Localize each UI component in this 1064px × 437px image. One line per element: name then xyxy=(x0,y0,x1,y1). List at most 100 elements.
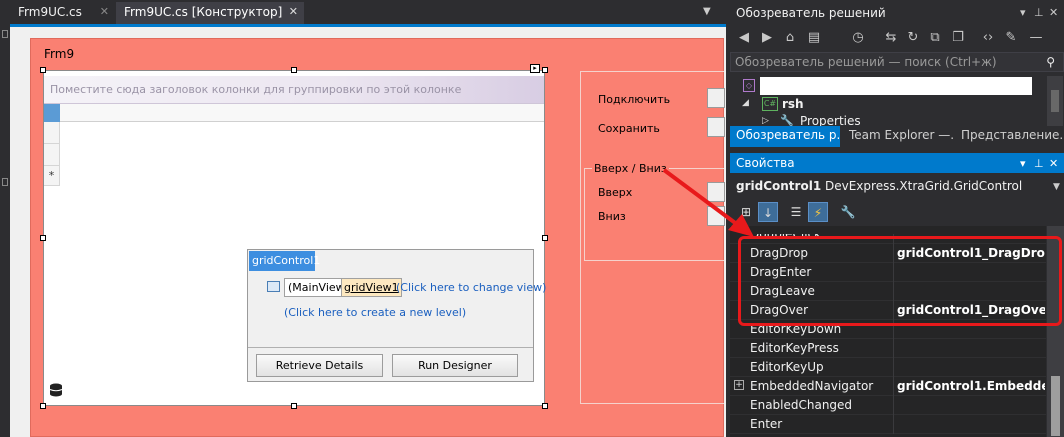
collapse-all-icon[interactable]: ⧉ xyxy=(927,30,943,46)
highlight-box xyxy=(738,236,1062,326)
property-value[interactable]: gridControl1.EmbeddedNav xyxy=(897,379,1045,393)
scroll-thumb[interactable] xyxy=(1051,90,1059,112)
run-designer-button[interactable]: Run Designer xyxy=(392,354,518,377)
expand-icon[interactable]: + xyxy=(734,380,744,390)
switch-views-icon[interactable]: ▤ xyxy=(806,30,822,46)
properties-wrench-icon[interactable]: ✎ xyxy=(1003,30,1019,46)
tab-dropdown-icon[interactable]: ▼ xyxy=(703,6,711,17)
tree-item-properties[interactable]: Properties xyxy=(800,114,861,126)
grid-view-link[interactable]: gridView1 xyxy=(341,278,402,297)
resize-handle[interactable] xyxy=(40,403,46,409)
resize-handle[interactable] xyxy=(291,403,297,409)
sync-icon[interactable]: ⇆ xyxy=(883,30,899,46)
level-designer-title: gridControl1 xyxy=(249,251,320,271)
solution-icon: ◇ xyxy=(743,79,755,92)
pin-icon[interactable]: ⊥ xyxy=(1034,6,1044,19)
divider xyxy=(893,396,894,415)
divider xyxy=(893,358,894,377)
resize-handle[interactable] xyxy=(542,403,548,409)
resize-handle[interactable] xyxy=(40,67,46,73)
view-code-icon[interactable]: ‹› xyxy=(980,30,996,46)
events-icon[interactable]: ⚡ xyxy=(808,202,828,222)
solution-scrollbar[interactable] xyxy=(1047,76,1063,126)
property-row[interactable]: EditorKeyPress xyxy=(730,339,1046,358)
property-name: Enter xyxy=(750,417,783,431)
tab-solution-explorer[interactable]: Обозреватель р... xyxy=(730,126,840,147)
chevron-down-icon[interactable]: ▼ xyxy=(1053,182,1060,192)
header-indicator xyxy=(44,104,60,122)
expand-arrow-icon[interactable]: ◢ xyxy=(742,98,749,108)
back-icon[interactable]: ◀ xyxy=(736,30,752,46)
resize-handle[interactable] xyxy=(542,67,548,73)
property-row[interactable]: EnabledChanged xyxy=(730,396,1046,415)
property-name: EmbeddedNavigator xyxy=(750,379,874,393)
divider xyxy=(893,415,894,434)
close-icon[interactable]: ✕ xyxy=(289,2,298,22)
pending-changes-icon[interactable]: ◷ xyxy=(850,30,866,46)
resize-handle[interactable] xyxy=(291,67,297,73)
object-selector[interactable]: gridControl1 DevExpress.XtraGrid.GridCon… xyxy=(736,179,1022,193)
create-level-link[interactable]: (Click here to create a new level) xyxy=(284,306,466,319)
close-icon[interactable]: ✕ xyxy=(100,2,109,22)
toolbox-mark[interactable] xyxy=(2,30,8,38)
close-icon[interactable]: ✕ xyxy=(1049,6,1058,19)
object-type: DevExpress.XtraGrid.GridControl xyxy=(825,179,1023,193)
home-icon[interactable]: ⌂ xyxy=(782,30,798,46)
property-row[interactable]: EditorKeyUp xyxy=(730,358,1046,377)
pane-menu-icon[interactable]: ▾ xyxy=(1020,6,1026,19)
search-placeholder: Обозреватель решений — поиск (Ctrl+ж) xyxy=(735,55,997,69)
group-panel[interactable]: Поместите сюда заголовок колонки для гру… xyxy=(44,76,544,104)
left-toolbox-strip xyxy=(0,0,10,437)
red-arrow-icon xyxy=(662,168,754,237)
tab-frm9uc-designer[interactable]: Frm9UC.cs [Конструктор] ✕ xyxy=(116,2,304,24)
property-row[interactable]: Enter xyxy=(730,415,1046,434)
smart-tag-icon[interactable]: ▸ xyxy=(530,64,540,73)
save-button[interactable] xyxy=(707,117,725,137)
resize-handle[interactable] xyxy=(542,235,548,241)
resize-handle[interactable] xyxy=(40,235,46,241)
active-tab-line xyxy=(10,24,726,27)
database-icon[interactable] xyxy=(48,382,64,398)
change-view-link[interactable]: (Click here to change view) xyxy=(396,281,546,294)
connect-button[interactable] xyxy=(707,88,725,108)
forward-icon[interactable]: ▶ xyxy=(759,30,775,46)
preview-icon[interactable]: — xyxy=(1028,30,1044,46)
search-icon[interactable]: ⚲ xyxy=(1046,55,1055,69)
save-label: Сохранить xyxy=(598,122,660,135)
tree-item-solution-selected[interactable] xyxy=(760,77,1032,95)
csharp-project-icon: C# xyxy=(762,97,778,111)
tab-label: Frm9UC.cs [Конструктор] xyxy=(124,5,283,19)
divider xyxy=(893,377,894,396)
show-all-files-icon[interactable]: ❐ xyxy=(950,30,966,46)
properties-icon[interactable]: ☰ xyxy=(786,202,806,222)
property-row[interactable]: + EmbeddedNavigator gridControl1.EmbeddedN… xyxy=(730,377,1046,396)
pane-menu-icon[interactable]: ▾ xyxy=(1020,157,1026,170)
tab-frm9uc-code[interactable]: Frm9UC.cs ✕ xyxy=(10,2,113,24)
column-header-row[interactable] xyxy=(44,104,544,122)
tab-class-view[interactable]: Представление... xyxy=(955,126,1064,147)
tree-item-project[interactable]: rsh xyxy=(782,97,804,111)
row-indicator[interactable] xyxy=(44,144,60,166)
refresh-icon[interactable]: ↻ xyxy=(905,30,921,46)
tab-team-explorer[interactable]: Team Explorer —... xyxy=(843,126,953,147)
form-title: Frm9 xyxy=(44,47,75,61)
solution-explorer-title: Обозреватель решений xyxy=(736,6,886,20)
new-row-indicator[interactable]: * xyxy=(44,166,60,186)
collapsed-arrow-icon[interactable]: ▷ xyxy=(762,116,769,126)
document-tab-bar: Frm9UC.cs ✕ Frm9UC.cs [Конструктор] ✕ xyxy=(10,0,726,24)
divider xyxy=(893,339,894,358)
scroll-thumb[interactable] xyxy=(1051,376,1060,436)
group-panel-hint: Поместите сюда заголовок колонки для гру… xyxy=(50,83,462,96)
property-pages-icon[interactable]: 🔧 xyxy=(838,202,858,222)
pin-icon[interactable]: ⊥ xyxy=(1034,157,1044,170)
connect-label: Подключить xyxy=(598,93,671,106)
solution-search-input[interactable]: Обозреватель решений — поиск (Ctrl+ж) ⚲ xyxy=(730,52,1064,72)
alphabetical-icon[interactable]: ↓ xyxy=(758,202,778,222)
retrieve-details-button[interactable]: Retrieve Details xyxy=(256,354,383,377)
row-indicator[interactable] xyxy=(44,122,60,144)
toolbox-mark[interactable] xyxy=(2,178,8,186)
close-icon[interactable]: ✕ xyxy=(1049,157,1058,170)
property-name: EditorKeyPress xyxy=(750,341,839,355)
property-name: EnabledChanged xyxy=(750,398,853,412)
property-name: EditorKeyUp xyxy=(750,360,824,374)
